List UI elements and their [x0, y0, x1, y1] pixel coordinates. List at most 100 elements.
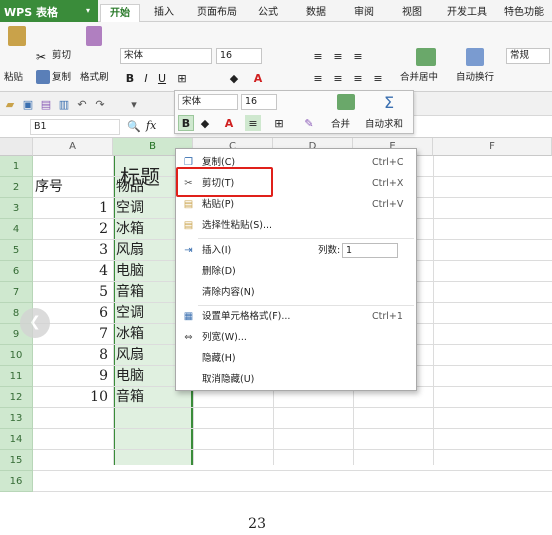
fill-color-icon[interactable]: ◆ [197, 115, 213, 131]
cell-number[interactable]: 1 [35, 198, 111, 219]
wrap-icon [466, 48, 484, 66]
menu-item-delete[interactable]: 删除(D) [176, 261, 416, 282]
undo-icon[interactable]: ↶ [74, 96, 90, 112]
autosum-button[interactable]: 自动求和 [365, 119, 403, 131]
mini-font-color-button[interactable]: A [221, 115, 237, 131]
menu-item-column-width[interactable]: ⇔ 列宽(W)... [176, 327, 416, 348]
select-all-corner[interactable] [0, 138, 33, 156]
menu-item-paste-special[interactable]: ▤ 选择性粘贴(S)... [176, 215, 416, 236]
font-color-button[interactable]: A [250, 70, 266, 86]
tab-formula[interactable]: 公式 [252, 4, 284, 22]
align-bottom-icon[interactable]: ≡ [350, 48, 366, 64]
cell-number[interactable]: 5 [35, 282, 111, 303]
menu-item-format-cells[interactable]: ▦ 设置单元格格式(F)... Ctrl+1 [176, 306, 416, 327]
tab-developer[interactable]: 开发工具 [440, 4, 494, 22]
underline-button[interactable]: U [154, 70, 170, 86]
grid-line [33, 428, 552, 429]
number-format-select[interactable]: 常规 [506, 48, 550, 64]
justify-icon[interactable]: ≡ [370, 70, 386, 86]
cell-number[interactable]: 9 [35, 366, 111, 387]
tab-insert[interactable]: 插入 [148, 4, 180, 22]
row-header[interactable]: 3 [0, 198, 33, 219]
row-header[interactable]: 11 [0, 366, 33, 387]
merge-center-button[interactable]: 合并居中 [400, 72, 438, 84]
name-box[interactable]: B1 [30, 119, 120, 135]
column-header-f[interactable]: F [433, 138, 552, 156]
italic-button[interactable]: I [138, 70, 154, 86]
align-center-icon[interactable]: ≡ [245, 115, 261, 131]
menu-item-paste[interactable]: ▤ 粘贴(P) Ctrl+V [176, 194, 416, 215]
format-painter-button[interactable]: 格式刷 [80, 72, 109, 84]
align-right-icon[interactable]: ≡ [350, 70, 366, 86]
cell-number[interactable]: 3 [35, 240, 111, 261]
paste-icon [8, 26, 26, 46]
tab-features[interactable]: 特色功能 [496, 4, 552, 22]
cell-number[interactable]: 2 [35, 219, 111, 240]
fx-button[interactable]: fx [146, 120, 156, 132]
grid-line [433, 156, 434, 465]
tab-review[interactable]: 审阅 [348, 4, 380, 22]
open-icon[interactable]: ▰ [2, 96, 18, 112]
row-header[interactable]: 4 [0, 219, 33, 240]
merge-icon [416, 48, 436, 66]
row-header[interactable]: 1 [0, 156, 33, 177]
align-top-icon[interactable]: ≡ [310, 48, 326, 64]
fill-color-icon[interactable]: ◆ [226, 70, 242, 86]
row-header[interactable]: 6 [0, 261, 33, 282]
align-middle-icon[interactable]: ≡ [330, 48, 346, 64]
tab-page-layout[interactable]: 页面布局 [190, 4, 244, 22]
column-count-label: 列数: [318, 245, 341, 256]
zoom-icon[interactable]: 🔍 [126, 118, 142, 134]
menu-item-clear-contents[interactable]: 清除内容(N) [176, 282, 416, 303]
font-size-select[interactable]: 16 [216, 48, 262, 64]
cut-button[interactable]: 剪切 [52, 50, 71, 62]
paste-button[interactable]: 粘贴 [4, 72, 23, 84]
align-center-icon[interactable]: ≡ [330, 70, 346, 86]
grid-line [33, 470, 552, 471]
row-header[interactable]: 5 [0, 240, 33, 261]
border-icon[interactable]: ⊞ [271, 115, 287, 131]
mini-toolbar: 宋体 16 B ◆ A ≡ ⊞ ✎ 合并 Σ 自动求和 [174, 90, 414, 134]
print-preview-icon[interactable]: ▥ [56, 96, 72, 112]
font-name-select[interactable]: 宋体 [120, 48, 212, 64]
tab-view[interactable]: 视图 [396, 4, 428, 22]
chevron-down-icon[interactable]: ▾ [126, 96, 142, 112]
menu-item-insert[interactable]: ⇥ 插入(I) 列数: 1 [176, 240, 416, 261]
row-header[interactable]: 15 [0, 450, 33, 471]
column-count-stepper[interactable]: 1 [342, 243, 398, 258]
menu-item-hide[interactable]: 隐藏(H) [176, 348, 416, 369]
merge-icon [337, 94, 355, 110]
wrap-text-button[interactable]: 自动换行 [456, 72, 494, 84]
cell-c12[interactable]: 23 [196, 514, 270, 535]
print-icon[interactable]: ▤ [38, 96, 54, 112]
row-header[interactable]: 2 [0, 177, 33, 198]
row-header[interactable]: 13 [0, 408, 33, 429]
bold-button[interactable]: B [122, 70, 138, 86]
brush-icon[interactable]: ✎ [301, 115, 317, 131]
save-icon[interactable]: ▣ [20, 96, 36, 112]
mini-bold-button[interactable]: B [178, 115, 194, 131]
mini-merge-button[interactable]: 合并 [331, 119, 350, 131]
mini-font-size[interactable]: 16 [241, 94, 277, 110]
tab-data[interactable]: 数据 [300, 4, 332, 22]
scroll-back-button[interactable]: ❮ [20, 308, 50, 338]
row-header[interactable]: 7 [0, 282, 33, 303]
cell-a2[interactable]: 序号 [35, 177, 111, 198]
border-icon[interactable]: ⊞ [174, 70, 190, 86]
column-width-icon: ⇔ [184, 332, 193, 343]
row-header[interactable]: 12 [0, 387, 33, 408]
column-header-a[interactable]: A [33, 138, 113, 156]
cell-number[interactable]: 8 [35, 345, 111, 366]
row-header[interactable]: 14 [0, 429, 33, 450]
cell-number[interactable]: 4 [35, 261, 111, 282]
cell-number[interactable]: 10 [35, 387, 111, 408]
copy-button[interactable]: 复制 [52, 72, 71, 84]
insert-column-icon: ⇥ [184, 245, 193, 256]
tab-home[interactable]: 开始 [100, 4, 140, 22]
mini-font-name[interactable]: 宋体 [178, 94, 238, 110]
row-header[interactable]: 16 [0, 471, 33, 492]
redo-icon[interactable]: ↷ [92, 96, 108, 112]
row-header[interactable]: 10 [0, 345, 33, 366]
align-left-icon[interactable]: ≡ [310, 70, 326, 86]
menu-item-unhide[interactable]: 取消隐藏(U) [176, 369, 416, 390]
